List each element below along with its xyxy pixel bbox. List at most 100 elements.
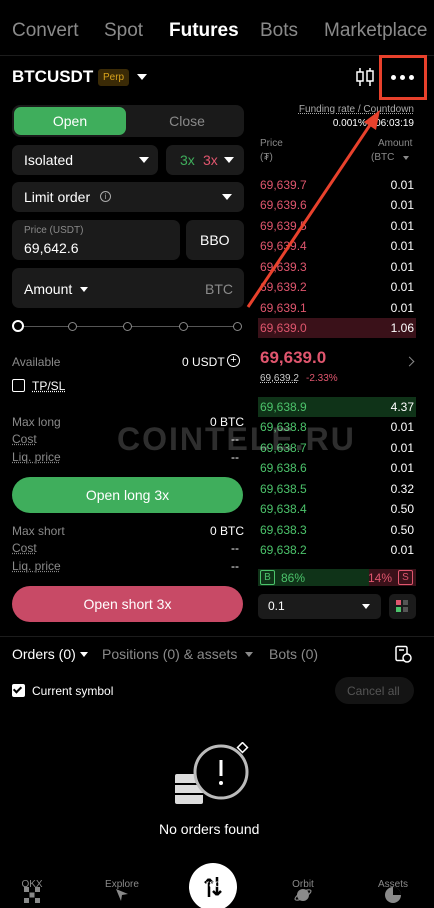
cancel-all-button[interactable]: Cancel all: [335, 677, 414, 704]
ask-amount: 0.01: [390, 239, 414, 253]
more-dot-icon: [409, 75, 414, 80]
tab-futures[interactable]: Futures: [169, 20, 239, 42]
explore-icon: [116, 889, 128, 901]
tab-spot[interactable]: Spot: [104, 20, 143, 42]
bid-row[interactable]: 69,638.5 0.32: [258, 479, 416, 499]
price-input[interactable]: Price (USDT) 69,642.6: [12, 220, 180, 260]
symbol-dropdown-icon[interactable]: [137, 74, 147, 80]
more-options-button[interactable]: [379, 55, 427, 100]
bid-amount: 0.50: [390, 502, 414, 516]
bid-row[interactable]: 69,638.6 0.01: [258, 458, 416, 478]
tab-orders[interactable]: Orders (0): [12, 646, 76, 662]
order-type-value: Limit order: [24, 189, 91, 205]
bbo-button[interactable]: BBO: [186, 220, 244, 260]
tpsl-label: TP/SL: [32, 379, 66, 393]
margin-mode-select[interactable]: Isolated: [12, 145, 158, 175]
mark-price: 69,639.2: [260, 373, 299, 384]
chevron-down-icon: [224, 157, 234, 163]
more-dot-icon: [391, 75, 396, 80]
tab-positions[interactable]: Positions (0) & assets: [102, 646, 237, 662]
ask-amount: 0.01: [390, 178, 414, 192]
close-tab[interactable]: Close: [132, 107, 242, 135]
order-type-select[interactable]: Limit order i: [12, 182, 244, 212]
add-funds-icon[interactable]: +: [227, 354, 240, 367]
depth-select[interactable]: 0.1: [258, 594, 381, 619]
info-icon[interactable]: i: [100, 191, 111, 202]
last-price[interactable]: 69,639.0: [260, 348, 326, 368]
no-orders-icon: [175, 742, 249, 804]
tpsl-checkbox[interactable]: [12, 379, 25, 392]
leverage-select[interactable]: 3x 3x: [166, 145, 244, 175]
chevron-down-icon[interactable]: [80, 287, 88, 292]
chevron-down-icon: [139, 157, 149, 163]
tab-bots[interactable]: Bots: [260, 20, 298, 42]
chevron-down-icon[interactable]: [245, 652, 253, 657]
ask-row[interactable]: 69,639.0 1.06: [258, 318, 416, 338]
book-layout-icon: [403, 607, 408, 612]
open-tab[interactable]: Open: [14, 107, 126, 135]
bid-price: 69,638.4: [260, 502, 307, 516]
nav-trade-label: Trade: [200, 879, 226, 890]
check-icon: [12, 684, 23, 694]
cost-value: --: [231, 541, 239, 555]
available-value: 0 USDT: [182, 355, 225, 369]
open-long-button[interactable]: Open long 3x: [12, 477, 243, 513]
bid-row[interactable]: 69,638.9 4.37: [258, 397, 416, 417]
tab-marketplace[interactable]: Marketplace: [324, 20, 428, 42]
open-short-button[interactable]: Open short 3x: [12, 586, 243, 622]
perp-badge: Perp: [98, 69, 130, 86]
tab-bots-orders[interactable]: Bots (0): [269, 646, 318, 662]
nav-explore[interactable]: Explore: [92, 879, 152, 901]
current-symbol-checkbox[interactable]: [12, 684, 25, 697]
okx-logo-icon: [24, 887, 40, 903]
sell-percent: 14%: [368, 571, 393, 585]
bid-price: 69,638.2: [260, 543, 307, 557]
bid-amount: 0.50: [390, 523, 414, 537]
ask-amount: 0.01: [390, 280, 414, 294]
bbo-label: BBO: [200, 232, 230, 248]
nav-assets[interactable]: Assets: [363, 879, 423, 903]
available-label: Available: [12, 355, 61, 369]
liq-price-label: Liq. price: [12, 559, 61, 573]
chevron-down-icon[interactable]: [403, 156, 409, 160]
max-short-label: Max short: [12, 524, 65, 538]
annotation-arrow-icon: [246, 110, 380, 308]
amount-unit: BTC: [205, 281, 233, 297]
bid-amount: 4.37: [390, 400, 414, 414]
market-tabs: Convert Spot Futures Bots Marketplace: [0, 0, 434, 56]
chevron-right-icon[interactable]: [404, 356, 415, 367]
slider-step[interactable]: [123, 322, 132, 331]
cancel-all-label: Cancel all: [347, 684, 400, 698]
bid-price: 69,638.3: [260, 523, 307, 537]
amount-input[interactable]: Amount BTC: [12, 268, 244, 308]
slider-step[interactable]: [179, 322, 188, 331]
bid-row[interactable]: 69,638.4 0.50: [258, 499, 416, 519]
ask-amount: 0.01: [390, 198, 414, 212]
symbol-name[interactable]: BTCUSDT: [12, 67, 93, 87]
ask-amount: 0.01: [390, 260, 414, 274]
tab-convert[interactable]: Convert: [12, 20, 79, 42]
bid-row[interactable]: 69,638.2 0.01: [258, 540, 416, 560]
ask-amount: 0.01: [390, 301, 414, 315]
nav-orbit[interactable]: Orbit: [273, 879, 333, 901]
buy-percent: 86%: [281, 571, 306, 585]
ask-amount: 0.01: [390, 219, 414, 233]
book-layout-button[interactable]: [389, 594, 416, 619]
book-layout-icon: [396, 600, 401, 605]
cost-label: Cost: [12, 541, 37, 555]
order-history-icon[interactable]: [394, 645, 412, 663]
max-short-value: 0 BTC: [210, 524, 245, 538]
bid-row[interactable]: 69,638.3 0.50: [258, 520, 416, 540]
bid-amount: 0.01: [390, 441, 414, 455]
bid-amount: 0.01: [390, 461, 414, 475]
chevron-down-icon[interactable]: [80, 652, 88, 657]
amount-slider-handle[interactable]: [12, 320, 24, 332]
price-input-value[interactable]: 69,642.6: [24, 240, 79, 256]
depth-value: 0.1: [268, 599, 285, 613]
slider-step[interactable]: [233, 322, 242, 331]
bottom-nav: OKX Explore Trade Orbit Assets: [0, 845, 434, 908]
slider-step[interactable]: [68, 322, 77, 331]
price-change: -2.33%: [306, 373, 338, 384]
candlestick-chart-icon[interactable]: [354, 66, 376, 88]
nav-okx[interactable]: OKX: [2, 879, 62, 903]
